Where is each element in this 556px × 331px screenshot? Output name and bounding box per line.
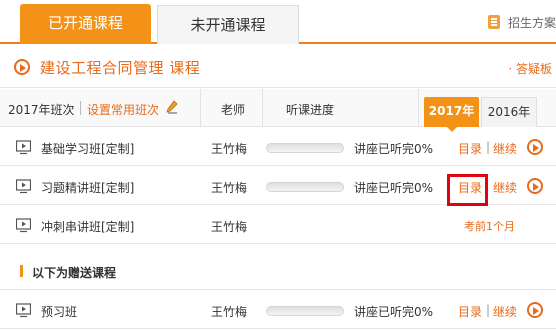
answer-board-link[interactable]: · 答疑板 xyxy=(508,60,552,77)
tab-unopened-courses[interactable]: 未开通课程 xyxy=(157,5,299,44)
course-row: 预习班 王竹梅 讲座已听完0% 目录 | 继续 xyxy=(0,291,556,329)
tab-opened-courses[interactable]: 已开通课程 xyxy=(20,4,151,44)
catalog-link[interactable]: 目录 xyxy=(458,303,482,320)
set-common-class-link[interactable]: 设置常用班次 xyxy=(87,101,159,118)
teacher-name: 王竹梅 xyxy=(211,181,248,195)
highlight-box xyxy=(447,174,488,206)
column-divider xyxy=(418,89,419,127)
course-name[interactable]: 基础学习班[定制] xyxy=(41,140,134,157)
progress-status: 讲座已听完0% xyxy=(354,142,434,156)
enrollment-plan-label: 招生方案 xyxy=(507,16,556,30)
course-tabs: 已开通课程 未开通课程 招生方案 xyxy=(0,0,556,44)
monitor-play-icon xyxy=(16,218,31,233)
course-row: 基础学习班[定制] 王竹梅 讲座已听完0% 目录 | 继续 xyxy=(0,128,556,166)
play-circle-icon[interactable] xyxy=(527,139,543,155)
progress-bar xyxy=(266,306,344,316)
course-name[interactable]: 习题精讲班[定制] xyxy=(41,179,134,196)
progress-status: 讲座已听完0% xyxy=(354,305,434,319)
link-separator: | xyxy=(486,303,491,317)
teacher-name: 王竹梅 xyxy=(211,220,248,234)
teacher-name: 王竹梅 xyxy=(211,142,248,156)
play-circle-icon xyxy=(14,59,30,75)
section-marker xyxy=(20,265,23,277)
catalog-link[interactable]: 目录 xyxy=(458,140,482,157)
progress-bar xyxy=(266,143,344,153)
play-circle-icon[interactable] xyxy=(527,178,543,194)
course-title: 建设工程合同管理 课程 xyxy=(40,59,201,77)
continue-link[interactable]: 继续 xyxy=(493,303,517,320)
year-tab-2016[interactable]: 2016年 xyxy=(481,97,537,127)
availability-note: 考前1个月 xyxy=(464,220,515,233)
monitor-play-icon xyxy=(16,303,31,318)
continue-link[interactable]: 继续 xyxy=(493,140,517,157)
gift-section-title: 以下为赠送课程 xyxy=(32,266,117,280)
monitor-play-icon xyxy=(16,140,31,155)
pencil-icon[interactable] xyxy=(166,100,178,114)
monitor-play-icon xyxy=(16,179,31,194)
column-divider xyxy=(200,89,201,127)
course-header: 建设工程合同管理 课程 · 答疑板 xyxy=(0,46,556,88)
table-header: 2017年班次 设置常用班次 老师 听课进度 2017年 2016年 xyxy=(0,89,556,132)
link-separator: | xyxy=(486,140,491,154)
progress-bar xyxy=(266,182,344,192)
divider xyxy=(80,101,81,115)
class-year-label: 2017年班次 xyxy=(8,103,75,117)
document-icon xyxy=(487,15,500,29)
year-tab-2017[interactable]: 2017年 xyxy=(424,97,479,132)
progress-column-header: 听课进度 xyxy=(286,103,335,117)
course-name[interactable]: 预习班 xyxy=(41,303,77,320)
teacher-column-header: 老师 xyxy=(221,103,246,117)
enrollment-plan-link[interactable]: 招生方案 xyxy=(487,14,556,32)
column-divider xyxy=(262,89,263,127)
gift-section-header: 以下为赠送课程 xyxy=(0,252,556,290)
course-row: 冲刺串讲班[定制] 王竹梅 考前1个月 xyxy=(0,206,556,244)
course-name[interactable]: 冲刺串讲班[定制] xyxy=(41,218,134,235)
teacher-name: 王竹梅 xyxy=(211,305,248,319)
play-circle-icon[interactable] xyxy=(527,302,543,318)
continue-link[interactable]: 继续 xyxy=(493,179,517,196)
progress-status: 讲座已听完0% xyxy=(354,181,434,195)
